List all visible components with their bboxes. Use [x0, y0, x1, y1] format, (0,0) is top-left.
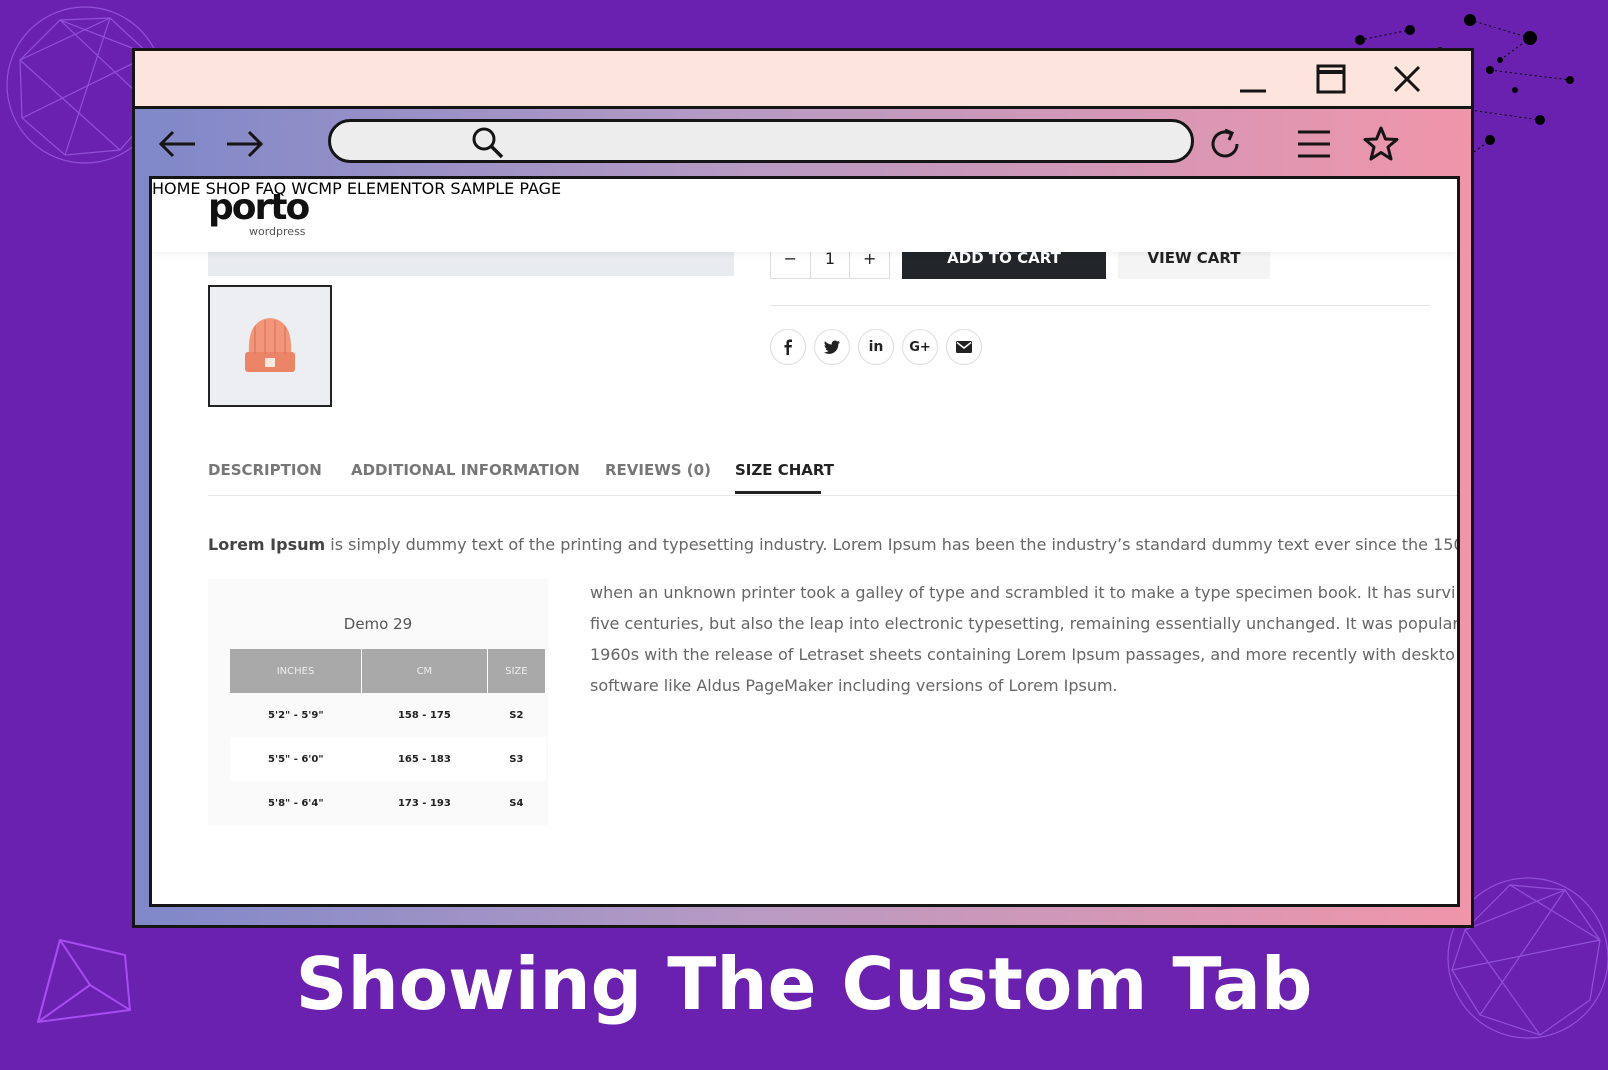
reload-button[interactable] [1201, 121, 1249, 167]
site-logo-subtitle: wordpress [249, 225, 306, 238]
tab-description[interactable]: DESCRIPTION [208, 461, 322, 479]
size-chart-header: INCHES [230, 649, 363, 693]
forward-button[interactable] [221, 121, 269, 167]
size-chart-cell: 5'5" - 6'0" [230, 737, 362, 781]
nav-elementor[interactable]: ELEMENTOR [347, 179, 446, 198]
table-row: 5'8" - 6'4" 173 - 193 S4 [230, 781, 546, 825]
maximize-icon [1316, 64, 1346, 94]
paragraph-line: when an unknown printer took a galley of… [590, 583, 1456, 602]
paragraph-line: five centuries, but also the leap into e… [590, 614, 1459, 633]
close-button[interactable] [1387, 61, 1427, 97]
paragraph-line: software like Aldus PageMaker including … [590, 676, 1118, 695]
back-arrow-icon [158, 130, 195, 158]
browser-window: porto wordpress HOME SHOP FAQ WCMP ELEME… [132, 48, 1474, 928]
address-bar[interactable] [328, 119, 1194, 163]
active-tab-indicator [735, 491, 821, 494]
menu-icon [1298, 130, 1330, 158]
linkedin-icon: in [868, 339, 884, 355]
reload-icon [1211, 128, 1239, 158]
address-input[interactable] [511, 128, 1115, 156]
size-chart-cell: 173 - 193 [397, 797, 451, 809]
size-chart-cell: 165 - 183 [361, 737, 488, 781]
table-row: 5'5" - 6'0" 165 - 183 S3 [230, 737, 546, 781]
share-email-button[interactable] [946, 329, 982, 365]
nav-sample-page[interactable]: SAMPLE PAGE [450, 179, 561, 198]
product-thumbnail[interactable] [208, 285, 332, 407]
site-logo[interactable]: porto [208, 187, 310, 228]
tab-reviews[interactable]: REVIEWS (0) [605, 461, 711, 479]
star-icon [1363, 126, 1399, 161]
divider [770, 305, 1430, 306]
size-chart-table: INCHES CM SIZE 5'2" - 5'9" 158 - 175 S2 … [230, 649, 547, 825]
lead-bold: Lorem Ipsum [208, 535, 326, 554]
size-chart-header: SIZE [487, 649, 547, 693]
description-lead: Lorem Ipsum is simply dummy text of the … [208, 535, 1460, 554]
product-main-image [208, 252, 734, 276]
main-nav: HOME SHOP FAQ WCMP ELEMENTOR SAMPLE PAGE [152, 179, 1457, 198]
size-chart-cell: S2 [509, 709, 524, 721]
paragraph-line: 1960s with the release of Letraset sheet… [590, 645, 1455, 664]
search-icon [472, 127, 504, 159]
facebook-icon [784, 339, 792, 355]
share-twitter-button[interactable] [814, 329, 850, 365]
size-chart-title: Demo 29 [343, 615, 413, 633]
browser-toolbar [135, 109, 1471, 179]
size-chart-cell: 158 - 175 [397, 709, 451, 721]
back-button[interactable] [153, 121, 201, 167]
nav-home[interactable]: HOME [152, 179, 201, 198]
slide-caption: Showing The Custom Tab [295, 942, 1313, 1026]
page-viewport: porto wordpress HOME SHOP FAQ WCMP ELEME… [149, 176, 1460, 907]
share-facebook-button[interactable] [770, 329, 806, 365]
email-icon [956, 341, 972, 353]
twitter-icon [824, 340, 840, 354]
tab-size-chart[interactable]: SIZE CHART [735, 461, 834, 479]
share-google-plus-button[interactable]: G+ [902, 329, 938, 365]
bookmark-button[interactable] [1357, 121, 1405, 167]
menu-button[interactable] [1290, 121, 1338, 167]
close-icon [1393, 65, 1421, 93]
size-chart-cell: 5'2" - 5'9" [268, 709, 324, 721]
site-header: porto wordpress HOME SHOP FAQ WCMP ELEME… [152, 179, 1457, 252]
title-bar [135, 51, 1471, 109]
description-paragraph: when an unknown printer took a galley of… [590, 577, 1459, 701]
google-plus-icon: G+ [909, 339, 931, 355]
table-row: 5'2" - 5'9" 158 - 175 S2 [230, 693, 546, 737]
size-chart-header: CM [361, 649, 488, 693]
size-chart-image: Demo 29 INCHES CM SIZE 5'2" - 5'9" 158 -… [208, 579, 548, 825]
maximize-button[interactable] [1311, 61, 1351, 97]
product-tabs: DESCRIPTION ADDITIONAL INFORMATION REVIE… [208, 449, 1457, 496]
size-chart-cell: S3 [487, 737, 546, 781]
share-linkedin-button[interactable]: in [858, 329, 894, 365]
minimize-icon [1240, 89, 1266, 93]
beanie-hat-icon [245, 318, 295, 372]
forward-arrow-icon [227, 130, 264, 158]
tab-additional-information[interactable]: ADDITIONAL INFORMATION [351, 461, 580, 479]
minimize-button[interactable] [1233, 61, 1273, 97]
size-chart-cell: S4 [509, 797, 524, 809]
lead-text: is simply dummy text of the printing and… [325, 535, 1460, 554]
size-chart-cell: 5'8" - 6'4" [268, 797, 324, 809]
